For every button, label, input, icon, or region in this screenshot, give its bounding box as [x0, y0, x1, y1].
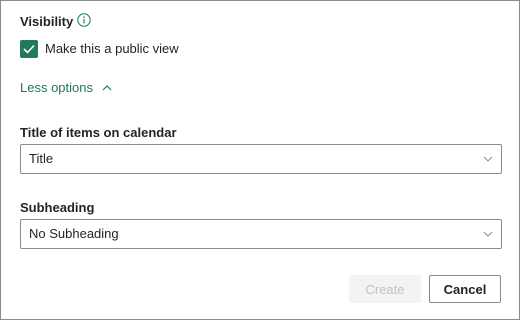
less-options-toggle[interactable]: Less options: [20, 80, 112, 95]
create-button[interactable]: Create: [349, 275, 421, 303]
visibility-label: Visibility: [20, 14, 74, 29]
public-view-label: Make this a public view: [45, 41, 179, 56]
info-icon[interactable]: [77, 13, 91, 27]
title-field-label: Title of items on calendar: [20, 125, 177, 140]
cancel-button[interactable]: Cancel: [429, 275, 501, 303]
public-view-checkbox[interactable]: [20, 40, 38, 58]
chevron-down-icon: [483, 156, 493, 162]
subheading-field-label: Subheading: [20, 200, 95, 215]
title-select[interactable]: Title: [20, 144, 502, 174]
title-select-value: Title: [29, 151, 54, 166]
chevron-down-icon: [483, 231, 493, 237]
subheading-select-value: No Subheading: [29, 226, 119, 241]
checkmark-icon: [23, 44, 35, 54]
subheading-select[interactable]: No Subheading: [20, 219, 502, 249]
chevron-up-icon: [102, 85, 112, 91]
create-view-panel: Visibility Make this a public view Less …: [0, 0, 520, 320]
less-options-label: Less options: [20, 80, 93, 95]
